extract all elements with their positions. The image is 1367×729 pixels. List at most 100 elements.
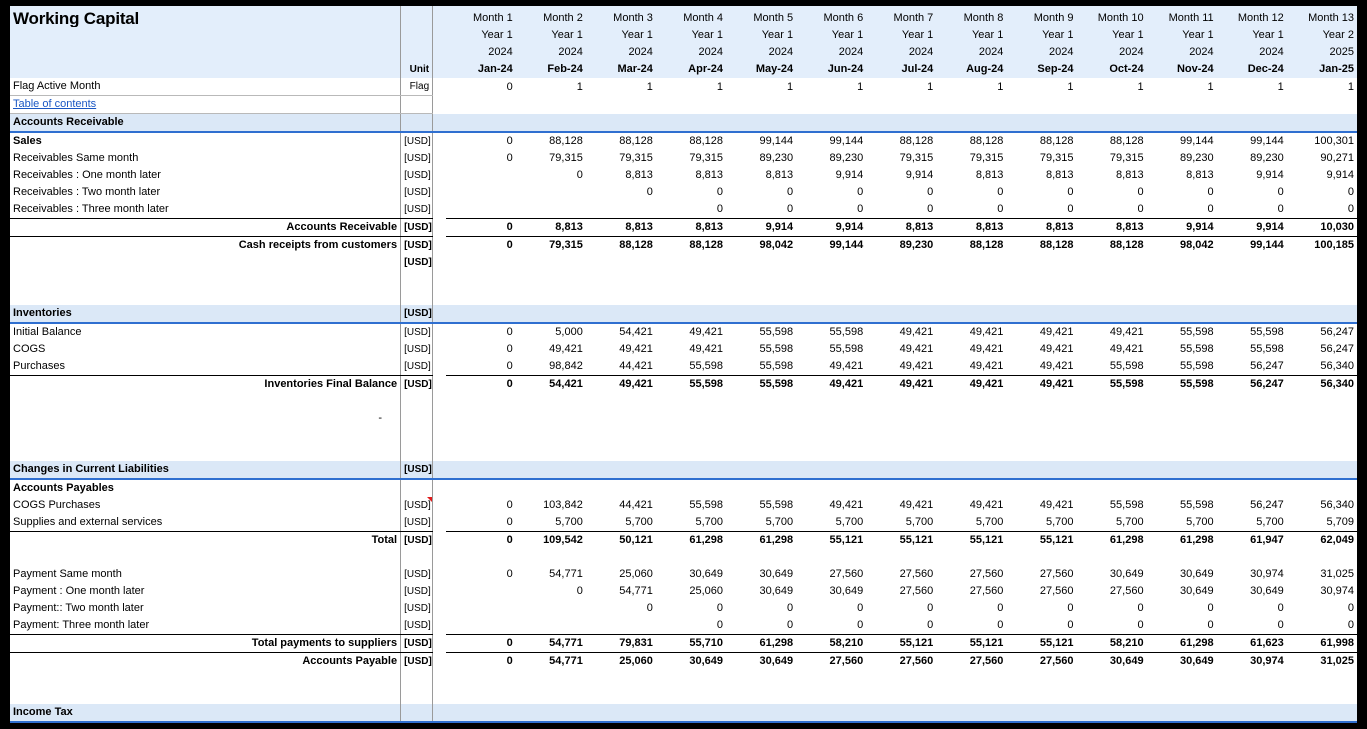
receivables-three-month-value-1[interactable]	[446, 201, 516, 219]
data-cell[interactable]	[1287, 271, 1357, 288]
payment-same-month-value-3[interactable]: 25,060	[586, 566, 656, 583]
data-cell[interactable]	[796, 254, 866, 271]
receivables-three-month-value-3[interactable]	[586, 201, 656, 219]
data-cell[interactable]	[656, 427, 726, 444]
data-cell[interactable]	[1287, 96, 1357, 114]
data-cell[interactable]	[586, 704, 656, 722]
payment-two-month-value-1[interactable]	[446, 600, 516, 617]
cogs-value-12[interactable]: 55,598	[1217, 341, 1287, 358]
purchases-value-9[interactable]: 49,421	[1006, 358, 1076, 376]
data-cell[interactable]	[1147, 305, 1217, 323]
receivables-three-month-value-7[interactable]: 0	[866, 201, 936, 219]
flag-active-month-value-5[interactable]: 1	[726, 78, 796, 96]
data-cell[interactable]	[516, 461, 586, 479]
data-cell[interactable]	[1006, 288, 1076, 305]
supplies-external-services-value-11[interactable]: 5,700	[1147, 514, 1217, 532]
flag-active-month-value-3[interactable]: 1	[586, 78, 656, 96]
data-cell[interactable]	[446, 305, 516, 323]
initial-balance-value-5[interactable]: 55,598	[726, 323, 796, 341]
receivables-same-month-value-3[interactable]: 79,315	[586, 150, 656, 167]
data-cell[interactable]	[796, 687, 866, 704]
accounts-receivable-total-value-9[interactable]: 8,813	[1006, 219, 1076, 237]
data-cell[interactable]	[936, 254, 1006, 271]
payment-one-month-value-3[interactable]: 54,771	[586, 583, 656, 600]
inventories-final-balance-value-2[interactable]: 54,421	[516, 376, 586, 394]
data-cell[interactable]	[1287, 288, 1357, 305]
initial-balance-value-3[interactable]: 54,421	[586, 323, 656, 341]
data-cell[interactable]	[866, 410, 936, 427]
total-payments-suppliers-value-12[interactable]: 61,623	[1217, 635, 1287, 653]
receivables-three-month-value-10[interactable]: 0	[1076, 201, 1146, 219]
ebt-value-2[interactable]: 9,643	[516, 722, 586, 723]
cogs-purchases-value-1[interactable]: 0	[446, 497, 516, 514]
receivables-two-month-value-10[interactable]: 0	[1076, 184, 1146, 201]
data-cell[interactable]	[446, 427, 516, 444]
payment-two-month-value-10[interactable]: 0	[1076, 600, 1146, 617]
data-cell[interactable]	[726, 410, 796, 427]
receivables-two-month-value-4[interactable]: 0	[656, 184, 726, 201]
data-cell[interactable]	[1076, 479, 1146, 497]
data-cell[interactable]	[1076, 305, 1146, 323]
data-cell[interactable]	[1006, 96, 1076, 114]
data-cell[interactable]	[866, 427, 936, 444]
data-cell[interactable]	[1287, 114, 1357, 133]
initial-balance-value-2[interactable]: 5,000	[516, 323, 586, 341]
cash-receipts-value-11[interactable]: 98,042	[1147, 237, 1217, 255]
data-cell[interactable]	[446, 479, 516, 497]
data-cell[interactable]	[1287, 479, 1357, 497]
receivables-one-month-value-11[interactable]: 8,813	[1147, 167, 1217, 184]
data-cell[interactable]	[1076, 444, 1146, 461]
ebt-value-5[interactable]: 14,482	[726, 722, 796, 723]
receivables-one-month-value-6[interactable]: 9,914	[796, 167, 866, 184]
purchases-value-10[interactable]: 55,598	[1076, 358, 1146, 376]
data-cell[interactable]	[936, 461, 1006, 479]
data-cell[interactable]	[446, 704, 516, 722]
data-cell[interactable]	[796, 427, 866, 444]
supplies-external-services-value-8[interactable]: 5,700	[936, 514, 1006, 532]
data-cell[interactable]	[1287, 549, 1357, 566]
data-cell[interactable]	[1076, 271, 1146, 288]
total-payments-suppliers-value-3[interactable]: 79,831	[586, 635, 656, 653]
cogs-purchases-value-3[interactable]: 44,421	[586, 497, 656, 514]
receivables-one-month-value-7[interactable]: 9,914	[866, 167, 936, 184]
payment-same-month-value-13[interactable]: 31,025	[1287, 566, 1357, 583]
data-cell[interactable]	[1147, 254, 1217, 271]
cash-receipts-value-5[interactable]: 98,042	[726, 237, 796, 255]
data-cell[interactable]	[936, 479, 1006, 497]
data-cell[interactable]	[586, 254, 656, 271]
payment-one-month-value-8[interactable]: 27,560	[936, 583, 1006, 600]
payment-three-month-value-11[interactable]: 0	[1147, 617, 1217, 635]
data-cell[interactable]	[1006, 461, 1076, 479]
data-cell[interactable]	[586, 410, 656, 427]
payment-one-month-value-12[interactable]: 30,649	[1217, 583, 1287, 600]
receivables-one-month-value-9[interactable]: 8,813	[1006, 167, 1076, 184]
data-cell[interactable]	[866, 393, 936, 410]
data-cell[interactable]	[866, 687, 936, 704]
flag-active-month-value-12[interactable]: 1	[1217, 78, 1287, 96]
data-cell[interactable]	[1287, 427, 1357, 444]
data-cell[interactable]	[866, 479, 936, 497]
cogs-value-8[interactable]: 49,421	[936, 341, 1006, 358]
payment-same-month-value-1[interactable]: 0	[446, 566, 516, 583]
data-cell[interactable]	[1287, 461, 1357, 479]
payment-three-month-value-2[interactable]	[516, 617, 586, 635]
purchases-value-7[interactable]: 49,421	[866, 358, 936, 376]
data-cell[interactable]	[586, 461, 656, 479]
payment-three-month-value-7[interactable]: 0	[866, 617, 936, 635]
accounts-receivable-total-value-4[interactable]: 8,813	[656, 219, 726, 237]
data-cell[interactable]	[586, 305, 656, 323]
inventories-final-balance-value-13[interactable]: 56,340	[1287, 376, 1357, 394]
ebt-value-4[interactable]: 14,482	[656, 722, 726, 723]
data-cell[interactable]	[446, 393, 516, 410]
payment-same-month-value-5[interactable]: 30,649	[726, 566, 796, 583]
data-cell[interactable]	[866, 704, 936, 722]
accounts-payable-value-2[interactable]: 54,771	[516, 653, 586, 671]
data-cell[interactable]	[656, 461, 726, 479]
data-cell[interactable]	[796, 444, 866, 461]
data-cell[interactable]	[516, 96, 586, 114]
data-cell[interactable]	[1076, 549, 1146, 566]
data-cell[interactable]	[656, 479, 726, 497]
data-cell[interactable]	[1147, 96, 1217, 114]
total-payments-suppliers-value-2[interactable]: 54,771	[516, 635, 586, 653]
data-cell[interactable]	[586, 549, 656, 566]
